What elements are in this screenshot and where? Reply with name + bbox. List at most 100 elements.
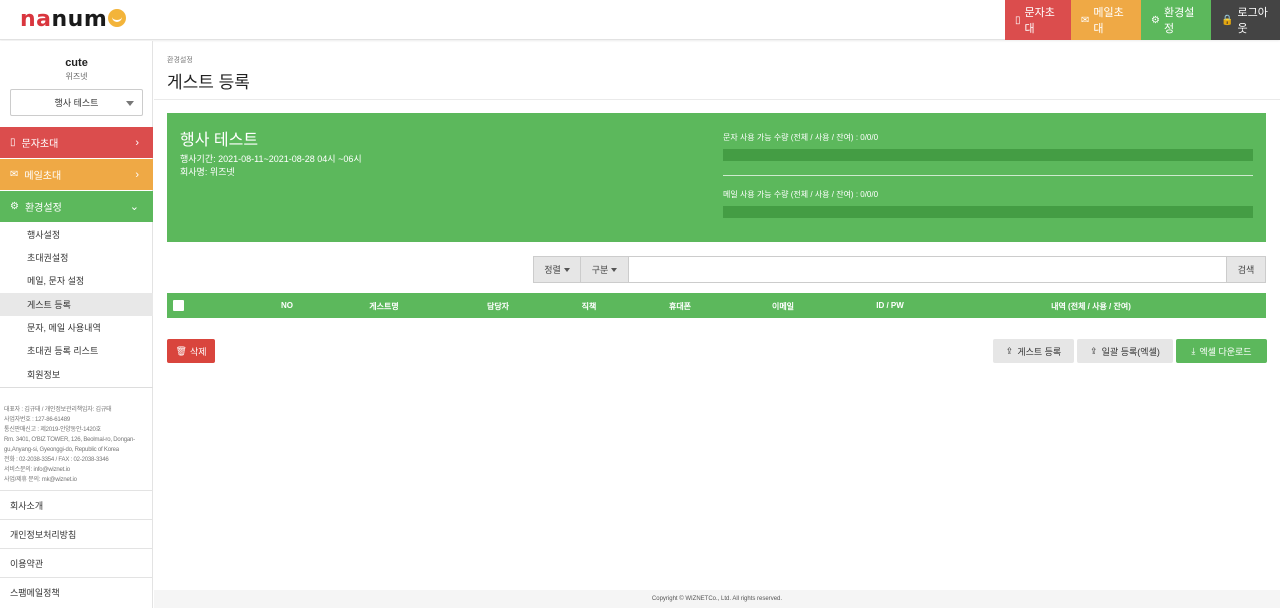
- company-info-line: gu,Anyang-si, Gyeonggi-do, Republic of K…: [4, 447, 119, 453]
- settings-button[interactable]: ⚙ 환경설정: [1141, 0, 1211, 40]
- top-actions: ▯ 문자초대 ✉ 메일초대 ⚙ 환경설정 🔒 로그아웃: [1005, 0, 1280, 40]
- search-bar: 정렬 구분 검색: [533, 256, 1266, 283]
- footer-link-terms[interactable]: 이용약관: [0, 548, 153, 577]
- gear-icon: ⚙: [10, 201, 19, 212]
- event-summary-panel: 행사 테스트 행사기간: 2021-08-11~2021-08-28 04시 ~…: [167, 113, 1266, 242]
- guest-register-label: 게스트 등록: [1017, 346, 1062, 357]
- mail-quota-bar: [723, 206, 1253, 218]
- logout-button[interactable]: 🔒 로그아웃: [1211, 0, 1280, 40]
- category-dropdown-label: 구분: [591, 265, 609, 275]
- top-bar: nanum ▯ 문자초대 ✉ 메일초대 ⚙ 환경설정 🔒 로그아웃: [0, 0, 1280, 40]
- copyright-text: Copyright © WIZNETCo., Ltd. All rights r…: [651, 596, 783, 602]
- excel-download-label: 엑셀 다운로드: [1199, 346, 1252, 357]
- sms-quota-bar: [723, 149, 1253, 161]
- column-position[interactable]: 직책: [582, 301, 597, 312]
- event-period: 행사기간: 2021-08-11~2021-08-28 04시 ~06시: [180, 154, 362, 164]
- excel-download-button[interactable]: ⤓ 엑셀 다운로드: [1176, 339, 1267, 363]
- submenu-guest-register[interactable]: 게스트 등록: [0, 293, 153, 316]
- sidebar-divider: [0, 387, 153, 388]
- footer-link-spam-policy[interactable]: 스팸메일정책: [0, 577, 153, 606]
- panel-divider: [723, 175, 1253, 176]
- company-info-line: 서비스문의: info@wiznet.io: [4, 467, 70, 473]
- sms-invite-button[interactable]: ▯ 문자초대: [1005, 0, 1071, 40]
- mail-invite-label: 메일초대: [1093, 7, 1124, 35]
- caret-down-icon: [563, 267, 570, 272]
- caret-down-icon: [126, 101, 134, 106]
- company-info-line: 전화 : 02-2038-3354 / FAX : 02-2038-3346: [4, 457, 109, 463]
- nanume-logo[interactable]: nanum: [20, 7, 127, 32]
- menu-settings[interactable]: ⚙ 환경설정 ⌄: [0, 191, 153, 222]
- event-select-value: 행사 테스트: [54, 98, 99, 108]
- menu-mail-invite[interactable]: ✉ 메일초대 ›: [0, 159, 153, 190]
- submenu-mail-sms-settings[interactable]: 메일, 문자 설정: [0, 269, 153, 292]
- delete-button[interactable]: 🗑 삭제: [167, 339, 215, 363]
- delete-label: 삭제: [189, 346, 207, 357]
- event-company: 회사명: 위즈넷: [180, 167, 235, 177]
- company-info-line: Rm. 3401, O'BIZ TOWER, 126, Beolmal-ro, …: [4, 437, 135, 443]
- search-input[interactable]: [629, 256, 1226, 283]
- envelope-icon: ✉: [1081, 14, 1090, 26]
- sort-dropdown[interactable]: 정렬: [533, 256, 581, 283]
- sidebar: cute 위즈넷 행사 테스트 ▯ 문자초대 › ✉ 메일초대 › ⚙ 환경설정…: [0, 41, 153, 608]
- mail-quota-label: 메일 사용 가능 수량 (전체 / 사용 / 잔여) : 0/0/0: [723, 190, 879, 199]
- bulk-register-button[interactable]: ⇪ 일괄 등록(엑셀): [1077, 339, 1173, 363]
- title-divider: [154, 99, 1280, 100]
- event-name: 행사 테스트: [180, 132, 259, 149]
- smile-icon: [108, 9, 127, 27]
- mobile-icon: ▯: [1015, 14, 1021, 26]
- chevron-right-icon: ›: [135, 136, 139, 149]
- menu-sms-label: 문자초대: [21, 139, 59, 150]
- category-dropdown[interactable]: 구분: [581, 256, 629, 283]
- chevron-right-icon: ›: [135, 168, 139, 181]
- page-title: 게스트 등록: [167, 73, 250, 92]
- bulk-register-label: 일괄 등록(엑셀): [1101, 346, 1160, 357]
- copyright-footer: Copyright © WIZNETCo., Ltd. All rights r…: [154, 590, 1280, 608]
- logo-text-num: num: [51, 7, 108, 32]
- mobile-icon: ▯: [10, 137, 16, 148]
- footer-link-privacy[interactable]: 개인정보처리방침: [0, 519, 153, 548]
- upload-icon: ⇪: [1090, 345, 1098, 356]
- company-info-line: 통신판매신고 : 제2019-안양동안-1420호: [4, 427, 101, 433]
- user-name: cute: [65, 57, 88, 69]
- column-history[interactable]: 내역 (전체 / 사용 / 잔여): [1051, 301, 1131, 312]
- submenu-event-settings[interactable]: 행사설정: [0, 223, 153, 246]
- settings-label: 환경설정: [1163, 7, 1195, 35]
- search-button[interactable]: 검색: [1226, 256, 1266, 283]
- menu-sms-invite[interactable]: ▯ 문자초대 ›: [0, 127, 153, 158]
- logout-label: 로그아웃: [1237, 7, 1268, 35]
- company-info-line: 사업/제휴 문의: mk@wiznet.io: [4, 477, 77, 483]
- company-info-line: 대표자 : 김규태 / 개인정보관리책임자: 김규태: [4, 407, 112, 413]
- column-no[interactable]: NO: [281, 301, 293, 310]
- company-info: 대표자 : 김규태 / 개인정보관리책임자: 김규태 사업자번호 : 127-8…: [4, 405, 149, 485]
- submenu-member-info[interactable]: 회원정보: [0, 363, 153, 386]
- upload-icon: ⇪: [1005, 345, 1014, 356]
- event-select[interactable]: 행사 테스트: [10, 89, 143, 116]
- gear-icon: ⚙: [1151, 14, 1160, 26]
- logo-text-na: na: [20, 7, 52, 32]
- submenu-usage-history[interactable]: 문자, 메일 사용내역: [0, 316, 153, 339]
- menu-settings-label: 환경설정: [24, 203, 62, 214]
- user-company: 위즈넷: [65, 72, 88, 81]
- caret-down-icon: [611, 267, 618, 272]
- column-manager[interactable]: 담당자: [487, 301, 509, 312]
- menu-mail-label: 메일초대: [24, 171, 62, 182]
- select-all-checkbox[interactable]: [173, 300, 184, 311]
- lock-icon: 🔒: [1221, 14, 1234, 26]
- column-email[interactable]: 이메일: [772, 301, 794, 312]
- mail-invite-button[interactable]: ✉ 메일초대: [1071, 0, 1141, 40]
- trash-icon: 🗑: [175, 345, 187, 356]
- company-info-line: 사업자번호 : 127-86-61489: [4, 417, 70, 423]
- sort-dropdown-label: 정렬: [544, 265, 561, 275]
- column-id-pw[interactable]: ID / PW: [876, 301, 904, 310]
- footer-link-about[interactable]: 회사소개: [0, 490, 153, 519]
- sms-invite-label: 문자초대: [1024, 7, 1055, 35]
- sms-quota-label: 문자 사용 가능 수량 (전체 / 사용 / 잔여) : 0/0/0: [723, 133, 879, 142]
- submenu-ticket-settings[interactable]: 초대권설정: [0, 246, 153, 269]
- guest-register-button[interactable]: ⇪ 게스트 등록: [993, 339, 1074, 363]
- envelope-icon: ✉: [10, 169, 19, 180]
- download-icon: ⤓: [1191, 345, 1196, 356]
- breadcrumb[interactable]: 환경설정: [167, 55, 193, 65]
- column-guest-name[interactable]: 게스트명: [369, 301, 398, 312]
- column-phone[interactable]: 휴대폰: [669, 301, 691, 312]
- submenu-ticket-list[interactable]: 초대권 등록 리스트: [0, 339, 153, 362]
